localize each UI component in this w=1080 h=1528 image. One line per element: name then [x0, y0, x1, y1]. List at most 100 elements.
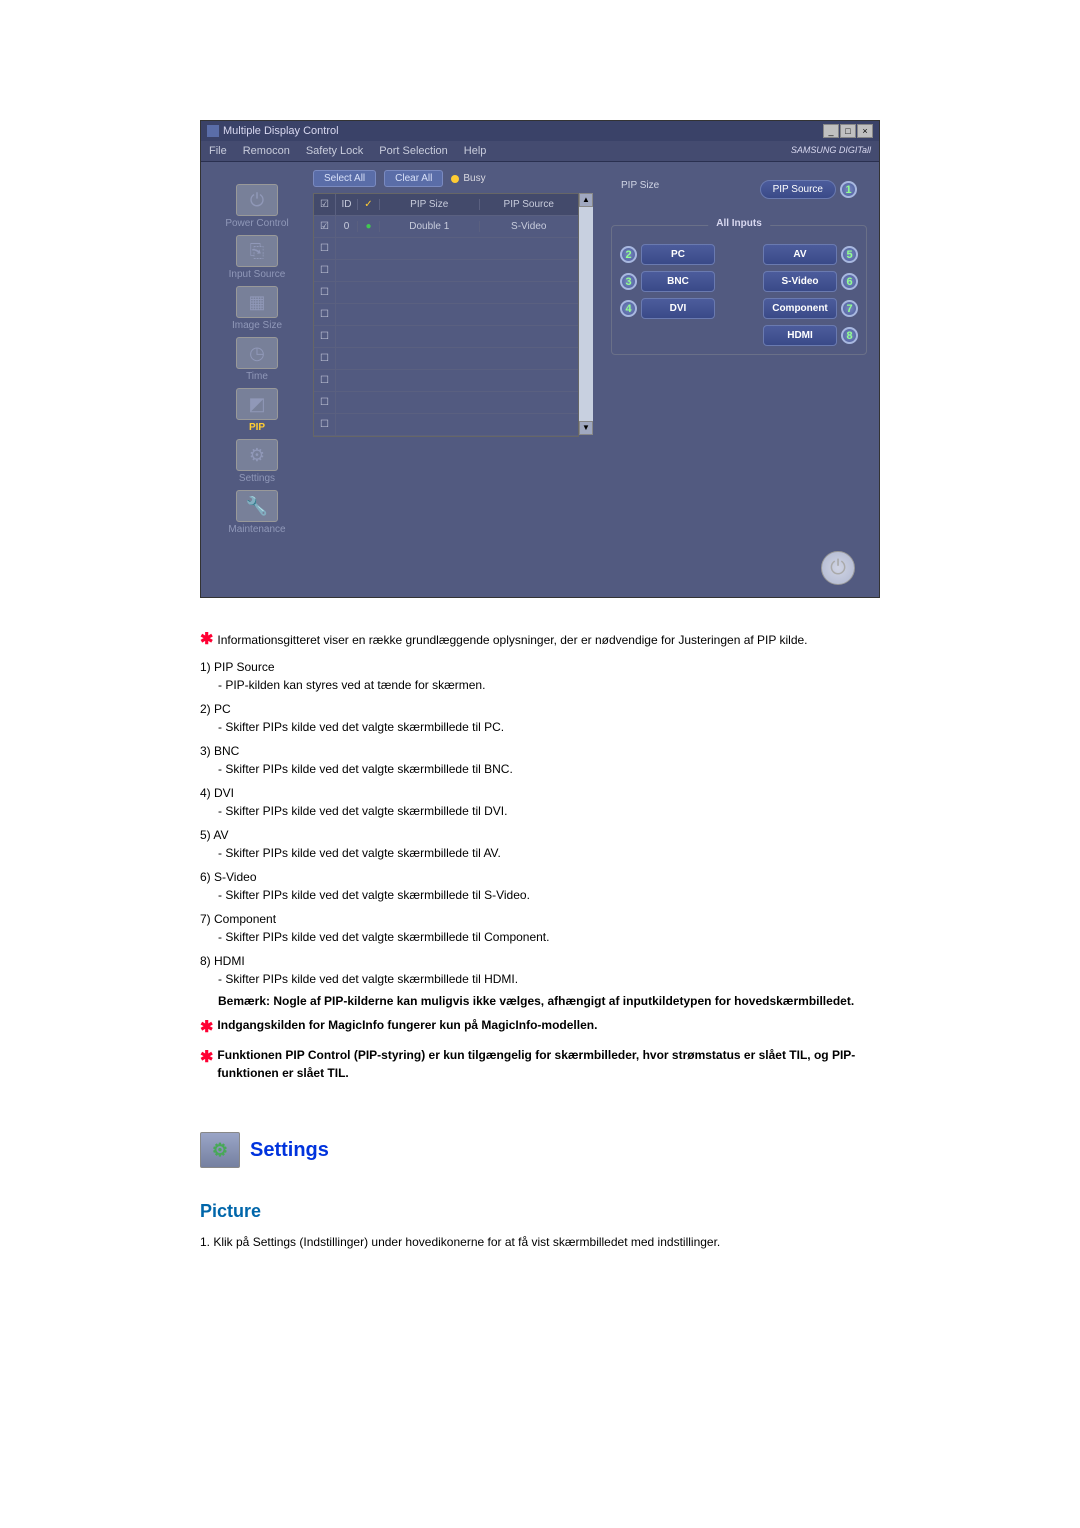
app-window: Multiple Display Control _ □ × File Remo…	[200, 120, 880, 598]
table-row[interactable]: ☑ 0 ● Double 1 S-Video	[314, 216, 578, 238]
app-icon	[207, 125, 219, 137]
main-panel: ⏻Power Control ⎘Input Source ▦Image Size…	[201, 162, 879, 543]
window-title: Multiple Display Control	[223, 125, 339, 137]
row-check[interactable]: ☐	[314, 414, 336, 435]
star-icon: ✱	[200, 1016, 213, 1040]
row-check[interactable]: ☐	[314, 348, 336, 369]
sidebar-item-pip[interactable]: ◩PIP	[213, 386, 301, 433]
doc-item-6: 6) S-Video- Skifter PIPs kilde ved det v…	[200, 868, 880, 904]
pc-button[interactable]: PC	[641, 244, 715, 265]
settings-heading: ⚙ Settings	[200, 1132, 880, 1168]
callout-4: 4	[620, 300, 637, 317]
row-check[interactable]: ☐	[314, 370, 336, 391]
table-toolbar: Select All Clear All Busy	[313, 170, 593, 187]
row-check[interactable]: ☐	[314, 326, 336, 347]
table-row[interactable]: ☐	[314, 260, 578, 282]
table-area: Select All Clear All Busy ☑ ID ✓ PIP Siz…	[313, 170, 593, 535]
all-inputs-panel: All Inputs 2PC AV5 3BNC S-Video6 4DVI Co…	[611, 225, 867, 355]
sidebar-item-image[interactable]: ▦Image Size	[213, 284, 301, 331]
component-button[interactable]: Component	[763, 298, 837, 319]
callout-2: 2	[620, 246, 637, 263]
table-row[interactable]: ☐	[314, 370, 578, 392]
doc-item-8: 8) HDMI- Skifter PIPs kilde ved det valg…	[200, 952, 880, 988]
scroll-down-icon[interactable]: ▼	[579, 421, 593, 435]
table-scrollbar[interactable]: ▲ ▼	[579, 193, 593, 435]
sidebar-item-maintenance[interactable]: 🔧Maintenance	[213, 488, 301, 535]
av-button[interactable]: AV	[763, 244, 837, 265]
input-av-cell: AV5	[742, 244, 858, 265]
row-pip-size: Double 1	[380, 221, 480, 232]
sidebar: ⏻Power Control ⎘Input Source ▦Image Size…	[209, 170, 305, 535]
row-id: 0	[336, 221, 358, 232]
row-check[interactable]: ☑	[314, 216, 336, 237]
callout-6: 6	[841, 273, 858, 290]
menu-help[interactable]: Help	[464, 145, 487, 157]
table-row[interactable]: ☐	[314, 326, 578, 348]
sidebar-item-input[interactable]: ⎘Input Source	[213, 233, 301, 280]
time-icon: ◷	[236, 337, 278, 369]
table-row[interactable]: ☐	[314, 414, 578, 436]
input-hdmi-cell: HDMI8	[742, 325, 858, 346]
brand-label: SAMSUNG DIGITall	[791, 145, 871, 157]
input-grid: 2PC AV5 3BNC S-Video6 4DVI Component7 HD…	[620, 244, 858, 346]
dvi-button[interactable]: DVI	[641, 298, 715, 319]
table-row[interactable]: ☐	[314, 238, 578, 260]
star-icon: ✱	[200, 1046, 213, 1082]
intro-line: ✱Informationsgitteret viser en række gru…	[200, 628, 880, 652]
table-row[interactable]: ☐	[314, 392, 578, 414]
select-all-button[interactable]: Select All	[313, 170, 376, 187]
right-panel: PIP Size PIP Source 1 All Inputs 2PC AV5…	[601, 170, 871, 535]
pip-icon: ◩	[236, 388, 278, 420]
scroll-up-icon[interactable]: ▲	[579, 193, 593, 207]
row-check[interactable]: ☐	[314, 282, 336, 303]
sidebar-item-time[interactable]: ◷Time	[213, 335, 301, 382]
table-row[interactable]: ☐	[314, 282, 578, 304]
picture-text: 1. Klik på Settings (Indstillinger) unde…	[200, 1233, 880, 1251]
callout-7: 7	[841, 300, 858, 317]
svideo-button[interactable]: S-Video	[763, 271, 837, 292]
settings-icon: ⚙	[236, 439, 278, 471]
pip-size-label: PIP Size	[621, 180, 659, 199]
picture-heading: Picture	[200, 1198, 880, 1225]
maintenance-icon: 🔧	[236, 490, 278, 522]
row-check[interactable]: ☐	[314, 392, 336, 413]
star-icon: ✱	[200, 631, 213, 648]
doc-star-1: ✱Indgangskilden for MagicInfo fungerer k…	[200, 1016, 880, 1040]
row-check[interactable]: ☐	[314, 238, 336, 259]
bnc-button[interactable]: BNC	[641, 271, 715, 292]
table-row[interactable]: ☐	[314, 348, 578, 370]
table-header: ☑ ID ✓ PIP Size PIP Source	[314, 194, 578, 216]
callout-5: 5	[841, 246, 858, 263]
titlebar[interactable]: Multiple Display Control _ □ ×	[201, 121, 879, 141]
power-control-icon: ⏻	[236, 184, 278, 216]
menu-file[interactable]: File	[209, 145, 227, 157]
doc-item-5: 5) AV- Skifter PIPs kilde ved det valgte…	[200, 826, 880, 862]
right-header: PIP Size PIP Source 1	[611, 180, 867, 207]
display-table: ☑ ID ✓ PIP Size PIP Source ☑ 0 ● Double …	[313, 193, 579, 437]
clear-all-button[interactable]: Clear All	[384, 170, 443, 187]
image-size-icon: ▦	[236, 286, 278, 318]
row-check[interactable]: ☐	[314, 304, 336, 325]
table-row[interactable]: ☐	[314, 304, 578, 326]
pip-source-tab[interactable]: PIP Source	[760, 180, 836, 199]
input-source-icon: ⎘	[236, 235, 278, 267]
menu-port-selection[interactable]: Port Selection	[379, 145, 447, 157]
input-dvi-cell: 4DVI	[620, 298, 736, 319]
doc-item-2: 2) PC- Skifter PIPs kilde ved det valgte…	[200, 700, 880, 736]
menu-safety-lock[interactable]: Safety Lock	[306, 145, 363, 157]
callout-1: 1	[840, 181, 857, 198]
row-check[interactable]: ☐	[314, 260, 336, 281]
power-icon[interactable]: ⏻	[821, 551, 855, 585]
callout-8: 8	[841, 327, 858, 344]
col-check[interactable]: ☑	[314, 194, 336, 215]
minimize-button[interactable]: _	[823, 124, 839, 138]
restore-button[interactable]: □	[840, 124, 856, 138]
menubar: File Remocon Safety Lock Port Selection …	[201, 141, 879, 162]
doc-note: Bemærk: Nogle af PIP-kilderne kan muligv…	[218, 992, 880, 1010]
scroll-track[interactable]	[579, 207, 593, 421]
hdmi-button[interactable]: HDMI	[763, 325, 837, 346]
sidebar-item-power[interactable]: ⏻Power Control	[213, 182, 301, 229]
menu-remocon[interactable]: Remocon	[243, 145, 290, 157]
sidebar-item-settings[interactable]: ⚙Settings	[213, 437, 301, 484]
close-button[interactable]: ×	[857, 124, 873, 138]
